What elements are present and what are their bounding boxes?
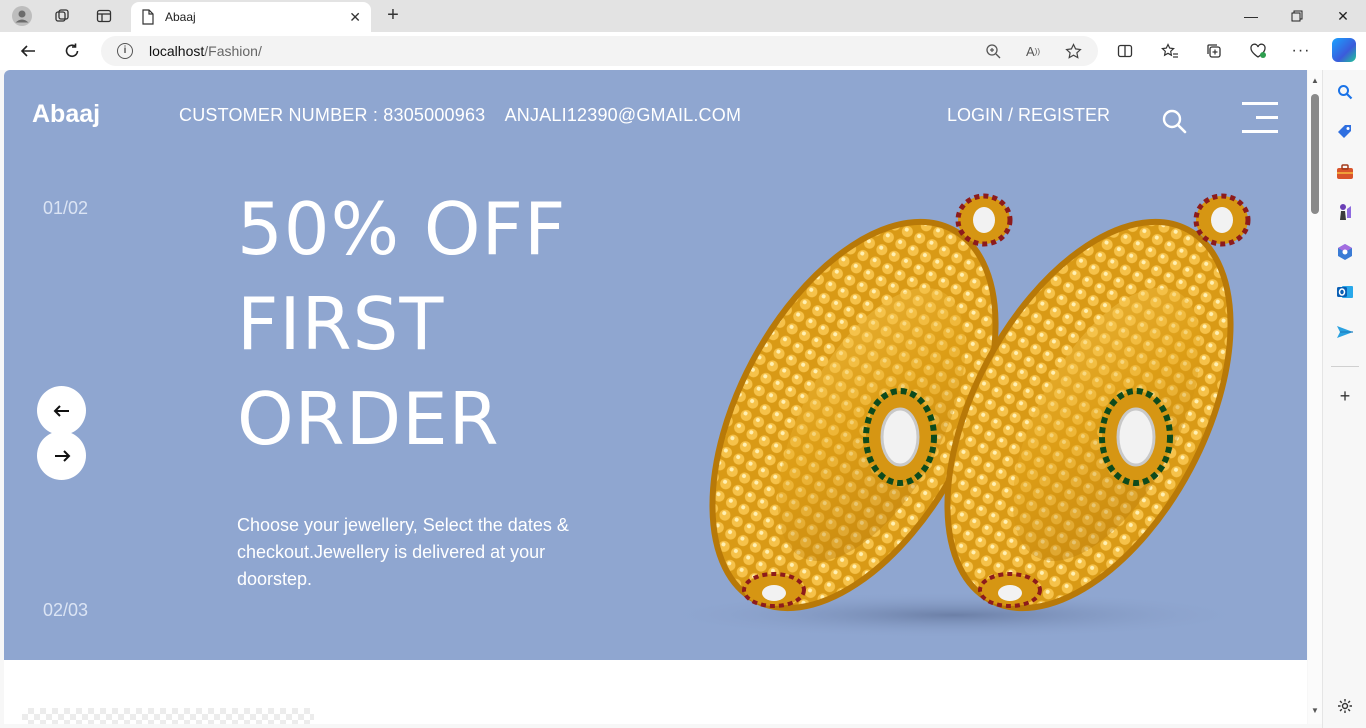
- search-sidebar-icon[interactable]: [1335, 82, 1355, 102]
- sidebar-settings-gear-icon[interactable]: [1335, 696, 1355, 716]
- scroll-up-icon[interactable]: ▲: [1310, 76, 1320, 86]
- back-icon[interactable]: [17, 40, 39, 62]
- hero-description: Choose your jewellery, Select the dates …: [237, 515, 569, 589]
- address-bar[interactable]: i localhost/Fashion/ A)): [101, 36, 1098, 66]
- sidebar-divider: [1331, 366, 1359, 367]
- url-text: localhost/Fashion/: [149, 43, 262, 59]
- outlook-icon[interactable]: [1335, 282, 1355, 302]
- collections-icon[interactable]: [1203, 40, 1225, 62]
- games-chess-icon[interactable]: [1335, 202, 1355, 222]
- arrow-left-icon: [53, 404, 69, 417]
- favorites-icon[interactable]: [1159, 40, 1181, 62]
- favorite-star-icon[interactable]: [1062, 40, 1084, 62]
- hero-banner: Abaaj CUSTOMER NUMBER : 8305000963 ANJAL…: [4, 70, 1307, 660]
- more-options-icon[interactable]: ···: [1290, 40, 1312, 62]
- headline-line-1: 50% OFF: [237, 187, 567, 271]
- add-sidebar-app-icon[interactable]: +: [1335, 386, 1355, 406]
- tools-briefcase-icon[interactable]: [1335, 162, 1355, 182]
- headline-line-3: ORDER: [237, 377, 500, 461]
- read-aloud-icon[interactable]: A)): [1022, 40, 1044, 62]
- close-window-icon[interactable]: ✕: [1320, 0, 1366, 32]
- restore-icon[interactable]: [1274, 0, 1320, 32]
- hamburger-menu-icon[interactable]: [1242, 102, 1278, 134]
- gold-bangles-image: [654, 193, 1254, 639]
- login-register-link[interactable]: LOGIN / REGISTER: [947, 105, 1110, 126]
- loading-placeholder: [22, 708, 314, 724]
- customer-number: CUSTOMER NUMBER : 8305000963: [179, 105, 486, 125]
- scroll-thumb[interactable]: [1311, 94, 1319, 214]
- tab-title: Abaaj: [165, 10, 196, 24]
- workspaces-icon[interactable]: [51, 5, 73, 27]
- shopping-tag-icon[interactable]: [1335, 122, 1355, 142]
- edge-sidebar: +: [1322, 70, 1366, 728]
- close-tab-icon[interactable]: ✕: [349, 9, 361, 26]
- slide-counter-next: 02/03: [43, 600, 89, 620]
- site-info-icon[interactable]: i: [117, 43, 133, 59]
- contact-email[interactable]: ANJALI12390@GMAIL.COM: [505, 105, 742, 125]
- site-logo[interactable]: Abaaj: [32, 100, 100, 129]
- arrow-right-icon: [54, 449, 70, 462]
- contact-info: CUSTOMER NUMBER : 8305000963 ANJALI12390…: [179, 105, 741, 126]
- page-viewport: Abaaj CUSTOMER NUMBER : 8305000963 ANJAL…: [4, 70, 1307, 724]
- new-tab-icon[interactable]: +: [382, 5, 404, 27]
- vertical-tabs-icon[interactable]: [93, 5, 115, 27]
- split-screen-icon[interactable]: [1114, 40, 1136, 62]
- browser-tab-active[interactable]: Abaaj ✕: [131, 2, 371, 32]
- page-icon: [142, 9, 154, 25]
- minimize-icon[interactable]: —: [1228, 0, 1274, 32]
- zoom-icon[interactable]: [982, 40, 1004, 62]
- page-scrollbar[interactable]: ▲ ▼: [1308, 70, 1322, 724]
- refresh-icon[interactable]: [61, 40, 83, 62]
- browser-tab-strip: Abaaj ✕ + — ✕: [0, 0, 1366, 32]
- send-paper-plane-icon[interactable]: [1335, 322, 1355, 342]
- profile-icon[interactable]: [11, 5, 33, 27]
- headline-line-2: FIRST: [237, 282, 445, 366]
- browser-essentials-icon[interactable]: [1247, 40, 1269, 62]
- prev-slide-button[interactable]: [37, 386, 86, 435]
- browser-toolbar: i localhost/Fashion/ A)) ···: [0, 32, 1366, 70]
- slide-counter-current: 01/02: [43, 198, 89, 218]
- microsoft-365-icon[interactable]: [1335, 242, 1355, 262]
- hero-headline: 50% OFF FIRST ORDER: [237, 182, 566, 467]
- next-slide-button[interactable]: [37, 431, 86, 480]
- search-icon[interactable]: [1161, 108, 1187, 134]
- scroll-down-icon[interactable]: ▼: [1310, 706, 1320, 716]
- copilot-icon[interactable]: [1332, 38, 1356, 62]
